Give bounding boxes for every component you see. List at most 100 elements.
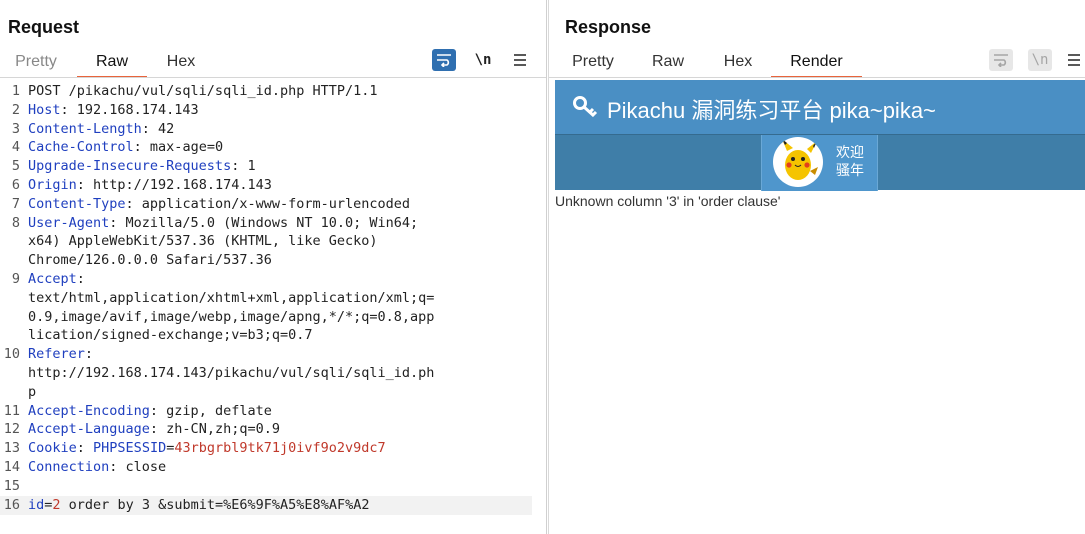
line-number: 10	[3, 346, 20, 363]
response-panel: Response Pretty Raw Hex Render \n Pikach…	[548, 0, 1085, 534]
code-token: : gzip, deflate	[149, 402, 272, 419]
editor-line[interactable]: x64) AppleWebKit/537.36 (KHTML, like Gec…	[0, 232, 546, 251]
line-number: 3	[11, 120, 20, 137]
code-token: Cookie	[28, 440, 77, 457]
code-text: 0.9,image/avif,image/webp,image/apng,*/*…	[28, 308, 434, 327]
code-token: : Mozilla/5.0 (Windows NT 10.0; Win64;	[109, 214, 419, 231]
code-token: : close	[109, 459, 167, 475]
editor-line[interactable]: 13 Cookie: PHPSESSID=43rbgrbl9tk71j0ivf9o…	[0, 439, 546, 458]
code-token: 2	[52, 496, 61, 513]
code-text: Host: 192.168.174.143	[28, 101, 199, 120]
code-token: User-Agent	[28, 214, 110, 231]
editor-line[interactable]: 6 Origin: http://192.168.174.143	[0, 176, 546, 195]
hamburger-menu-icon[interactable]	[508, 49, 532, 71]
editor-line[interactable]: 0.9,image/avif,image/webp,image/apng,*/*…	[0, 308, 546, 327]
request-tab-hex[interactable]: Hex	[156, 48, 206, 78]
editor-line[interactable]: 14 Connection: close	[0, 458, 546, 477]
editor-line[interactable]: 2 Host: 192.168.174.143	[0, 101, 546, 120]
code-token: Content-Length	[28, 120, 142, 137]
render-view: Pikachu 漏洞练习平台 pika~pika~ 欢迎 骚年 Unknown …	[555, 80, 1085, 534]
code-token: lication/signed-exchange;v=b3;q=0.7	[28, 327, 313, 344]
site-title[interactable]: Pikachu 漏洞练习平台 pika~pika~	[607, 93, 936, 125]
code-token: 43rbgrbl9tk71j0ivf9o2v9dc7	[174, 440, 386, 457]
request-panel: Request Pretty Raw Hex \n 1 POST /pikachu…	[0, 0, 547, 534]
response-tab-raw[interactable]: Raw	[647, 48, 689, 78]
line-number: 16	[3, 496, 20, 513]
code-text: text/html,application/xhtml+xml,applicat…	[28, 289, 434, 308]
pikachu-site-header: Pikachu 漏洞练习平台 pika~pika~	[555, 80, 1085, 134]
editor-line[interactable]: 4 Cache-Control: max-age=0	[0, 138, 546, 157]
line-number: 14	[3, 459, 20, 475]
editor-line[interactable]: 10 Referer:	[0, 345, 546, 364]
line-number: 2	[11, 101, 20, 118]
response-tab-render[interactable]: Render	[771, 48, 862, 78]
request-editor[interactable]: 1 POST /pikachu/vul/sqli/sqli_id.php HTTP…	[0, 80, 546, 534]
code-text: Accept-Language: zh-CN,zh;q=0.9	[28, 420, 280, 439]
welcome-text: 欢迎 骚年	[836, 143, 872, 179]
editor-line[interactable]: 15	[0, 477, 546, 496]
code-token: %E6%9F%A5%E8%AF%A2	[223, 496, 370, 513]
code-text: p	[28, 383, 36, 402]
code-text: id=2 order by 3 &submit=%E6%9F%A5%E8%AF%…	[28, 496, 369, 515]
editor-line[interactable]: 3 Content-Length: 42	[0, 120, 546, 139]
line-number: 8	[11, 214, 20, 231]
code-token: Host	[28, 101, 61, 118]
user-menu[interactable]: 欢迎 骚年	[761, 135, 878, 191]
editor-line[interactable]: 9 Accept:	[0, 270, 546, 289]
editor-line[interactable]: text/html,application/xhtml+xml,applicat…	[0, 289, 546, 308]
code-text: Cookie: PHPSESSID=43rbgrbl9tk71j0ivf9o2v…	[28, 439, 386, 458]
wrap-lines-icon[interactable]	[989, 49, 1013, 71]
welcome-line-1: 欢迎	[836, 144, 864, 160]
line-number: 15	[3, 477, 20, 494]
editor-line[interactable]: 5 Upgrade-Insecure-Requests: 1	[0, 157, 546, 176]
code-token: Accept-Language	[28, 421, 150, 438]
request-tab-divider	[0, 77, 546, 78]
newline-toggle-button[interactable]: \n	[1028, 49, 1052, 71]
code-token: =	[215, 496, 224, 513]
code-token: x64) AppleWebKit/537.36 (KHTML, like Gec…	[28, 233, 378, 250]
code-token: http://192.168.174.143/pikachu/vul/sqli/…	[28, 365, 435, 381]
code-token: Accept	[28, 271, 77, 287]
editor-line[interactable]: lication/signed-exchange;v=b3;q=0.7	[0, 326, 546, 345]
editor-line[interactable]: p	[0, 383, 546, 402]
code-token: : http://192.168.174.143	[76, 177, 272, 193]
newline-toggle-button[interactable]: \n	[471, 49, 495, 71]
request-tab-pretty[interactable]: Pretty	[6, 48, 66, 78]
code-token: : 192.168.174.143	[60, 101, 199, 118]
editor-line[interactable]: 11 Accept-Encoding: gzip, deflate	[0, 402, 546, 421]
editor-line[interactable]: 16 id=2 order by 3 &submit=%E6%9F%A5%E8%A…	[0, 495, 532, 515]
code-text: Chrome/126.0.0.0 Safari/537.36	[28, 251, 272, 270]
response-tab-pretty[interactable]: Pretty	[563, 48, 623, 78]
code-text: POST /pikachu/vul/sqli/sqli_id.php HTTP/…	[28, 82, 378, 101]
code-token: : max-age=0	[133, 139, 224, 156]
code-token: Referer	[28, 346, 85, 363]
editor-line[interactable]: 8 User-Agent: Mozilla/5.0 (Windows NT 10.…	[0, 214, 546, 233]
code-token: : 42	[141, 120, 175, 137]
line-number: 5	[11, 158, 20, 175]
code-token: :	[76, 440, 94, 457]
code-token: id	[28, 496, 45, 513]
response-tab-divider	[549, 77, 1085, 78]
code-text: Origin: http://192.168.174.143	[28, 176, 272, 195]
editor-line[interactable]: 7 Content-Type: application/x-www-form-ur…	[0, 195, 546, 214]
code-token: text/html,application/xhtml+xml,applicat…	[28, 289, 435, 306]
code-text: Referer:	[28, 345, 93, 364]
editor-line[interactable]: http://192.168.174.143/pikachu/vul/sqli/…	[0, 364, 546, 383]
editor-line[interactable]: 12 Accept-Language: zh-CN,zh;q=0.9	[0, 420, 546, 439]
code-token: p	[28, 383, 37, 400]
code-token: POST /pikachu/vul/sqli/sqli_id.php HTTP/…	[28, 83, 378, 99]
avatar	[773, 137, 823, 187]
pikachu-icon	[782, 139, 818, 180]
response-tab-hex[interactable]: Hex	[719, 48, 757, 78]
editor-line[interactable]: 1 POST /pikachu/vul/sqli/sqli_id.php HTTP…	[0, 82, 546, 101]
code-token: Cache-Control	[28, 139, 134, 156]
editor-line[interactable]: Chrome/126.0.0.0 Safari/537.36	[0, 251, 546, 270]
code-token: Content-Type	[28, 195, 126, 212]
request-tab-raw[interactable]: Raw	[77, 48, 147, 78]
code-token: : zh-CN,zh;q=0.9	[149, 421, 280, 438]
hamburger-menu-icon[interactable]	[1062, 49, 1085, 71]
sql-error-message: Unknown column '3' in 'order clause'	[555, 193, 781, 209]
wrap-lines-icon[interactable]	[432, 49, 456, 71]
code-token: Chrome/126.0.0.0 Safari/537.36	[28, 252, 272, 269]
line-number: 6	[11, 177, 20, 193]
